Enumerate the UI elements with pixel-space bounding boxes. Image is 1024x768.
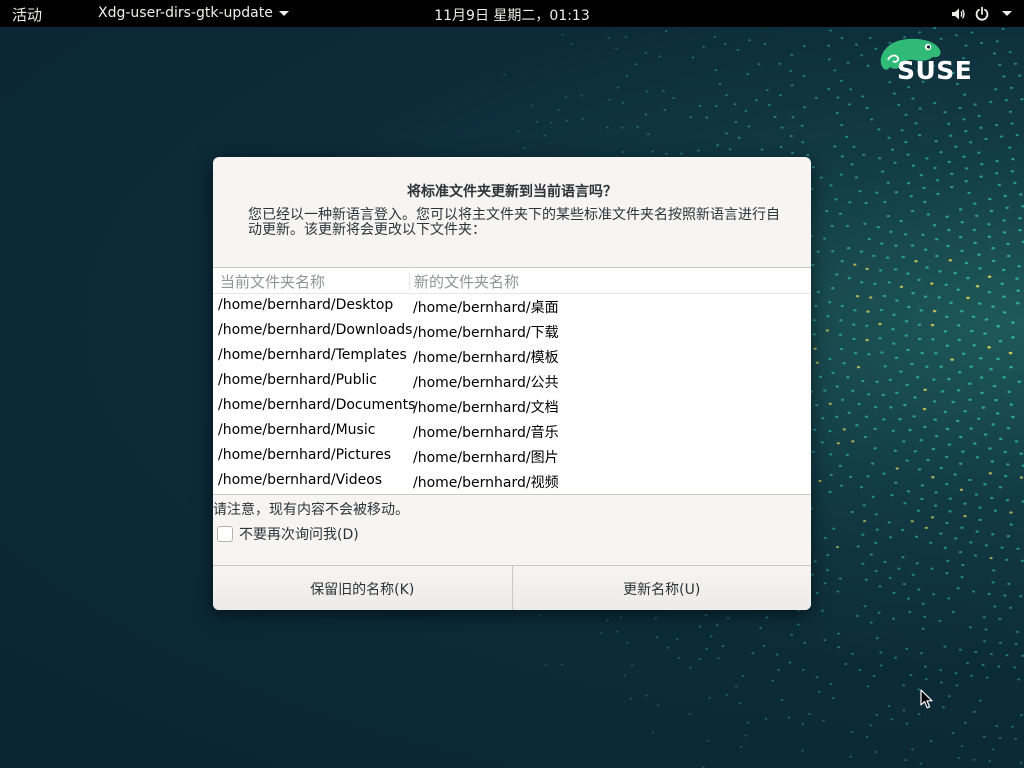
table-row[interactable]: /home/bernhard/Pictures /home/bernhard/图… [213,443,811,468]
system-status-menu[interactable] [950,4,1012,23]
update-folders-dialog: 将标准文件夹更新到当前语言吗？ 您已经以一种新语言登入。您可以将主文件夹下的某些… [213,157,811,610]
app-menu[interactable]: Xdg-user-dirs-gtk-update [98,5,289,21]
dialog-message: 您已经以一种新语言登入。您可以将主文件夹下的某些标准文件夹名按照新语言进行自动更… [248,207,780,238]
dont-ask-label: 不要再次询问我(D) [239,527,359,543]
dont-ask-checkbox[interactable] [217,526,233,542]
table-row[interactable]: /home/bernhard/Downloads /home/bernhard/… [213,318,811,343]
current-folder-cell: /home/bernhard/Music [218,422,376,438]
current-folder-cell: /home/bernhard/Templates [218,347,407,363]
power-icon [975,6,989,21]
new-folder-cell: /home/bernhard/桌面 [413,300,559,316]
folder-table: 当前文件夹名称 新的文件夹名称 /home/bernhard/Desktop /… [213,267,811,495]
keep-old-names-button[interactable]: 保留旧的名称(K) [213,566,513,610]
column-divider [409,271,410,290]
new-folder-cell: /home/bernhard/公共 [413,375,559,391]
dialog-button-bar: 保留旧的名称(K) 更新名称(U) [213,565,811,610]
column-header-current[interactable]: 当前文件夹名称 [220,271,325,292]
table-row[interactable]: /home/bernhard/Documents /home/bernhard/… [213,393,811,418]
desktop: 活动 Xdg-user-dirs-gtk-update 11月9日 星期二，01… [0,0,1024,768]
table-row[interactable]: /home/bernhard/Music /home/bernhard/音乐 [213,418,811,443]
current-folder-cell: /home/bernhard/Documents [218,397,416,413]
dialog-title: 将标准文件夹更新到当前语言吗？ [407,184,617,200]
current-folder-cell: /home/bernhard/Public [218,372,378,388]
current-folder-cell: /home/bernhard/Downloads [218,322,413,338]
activities-button[interactable]: 活动 [12,4,42,25]
table-row[interactable]: /home/bernhard/Videos /home/bernhard/视频 [213,468,811,493]
new-folder-cell: /home/bernhard/音乐 [413,425,559,441]
new-folder-cell: /home/bernhard/图片 [413,450,559,466]
chevron-down-icon [278,10,289,16]
current-folder-cell: /home/bernhard/Pictures [218,447,392,463]
clock[interactable]: 11月9日 星期二，01:13 [434,8,590,24]
current-folder-cell: /home/bernhard/Desktop [218,297,394,313]
new-folder-cell: /home/bernhard/文档 [413,400,559,416]
column-header-new[interactable]: 新的文件夹名称 [414,271,519,292]
dont-ask-again-option[interactable]: 不要再次询问我(D) [217,524,359,544]
suse-logo: SUSE [878,36,988,88]
current-folder-cell: /home/bernhard/Videos [218,472,383,488]
chevron-down-icon [1002,11,1012,16]
suse-wordmark: SUSE [897,56,973,85]
top-bar: 活动 Xdg-user-dirs-gtk-update 11月9日 星期二，01… [0,0,1024,27]
app-menu-label: Xdg-user-dirs-gtk-update [98,5,273,21]
speaker-icon [952,8,965,19]
new-folder-cell: /home/bernhard/模板 [413,350,559,366]
update-names-button[interactable]: 更新名称(U) [512,566,811,610]
table-row[interactable]: /home/bernhard/Public /home/bernhard/公共 [213,368,811,393]
table-row[interactable]: /home/bernhard/Desktop /home/bernhard/桌面 [213,293,811,318]
note-text: 请注意，现有内容不会被移动。 [213,502,409,518]
new-folder-cell: /home/bernhard/视频 [413,475,559,491]
mouse-pointer-icon [920,689,933,709]
table-header: 当前文件夹名称 新的文件夹名称 [213,268,811,294]
new-folder-cell: /home/bernhard/下载 [413,325,559,341]
table-row[interactable]: /home/bernhard/Templates /home/bernhard/… [213,343,811,368]
